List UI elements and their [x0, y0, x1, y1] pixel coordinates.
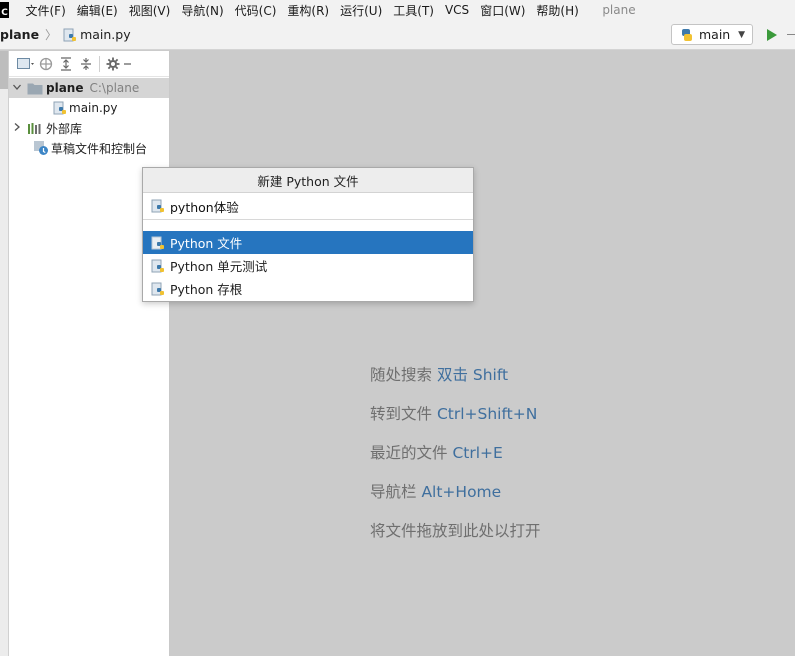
tree-item-external-libs[interactable]: 外部库	[9, 118, 82, 138]
project-panel-toolbar	[9, 51, 169, 77]
project-tool-tab[interactable]	[0, 51, 8, 89]
file-type-python-stub[interactable]: Python 存根	[143, 277, 473, 300]
hint-key: 双击 Shift	[436, 366, 509, 384]
menu-code[interactable]: 代码(C)	[229, 2, 282, 19]
file-type-python-unittest[interactable]: Python 单元测试	[143, 254, 473, 277]
file-type-label: Python 存根	[170, 282, 243, 297]
hint-drop-files: 将文件拖放到此处以打开	[370, 519, 541, 541]
menu-refactor[interactable]: 重构(R)	[282, 2, 335, 19]
menu-edit[interactable]: 编辑(E)	[71, 2, 123, 19]
hint-recent-files: 最近的文件 Ctrl+E	[370, 441, 503, 463]
new-python-file-dialog: 新建 Python 文件 Python 文件	[142, 167, 474, 302]
hint-navigation-bar: 导航栏 Alt+Home	[370, 480, 501, 502]
run-config-selector[interactable]: main ▼	[671, 24, 753, 45]
navigation-bar: plane 〉 main.py main ▼	[0, 20, 795, 50]
gear-icon[interactable]	[103, 55, 123, 73]
left-tool-strip	[0, 51, 9, 656]
tree-file-label: main.py	[69, 101, 118, 115]
file-type-python-file[interactable]: Python 文件	[143, 231, 473, 254]
folder-icon	[27, 82, 43, 95]
more-icon[interactable]	[787, 34, 795, 35]
menu-file[interactable]: 文件(F)	[20, 2, 71, 19]
hint-text: 最近的文件	[370, 444, 453, 462]
hide-icon[interactable]	[123, 55, 131, 73]
locate-icon[interactable]	[36, 55, 56, 73]
library-icon	[27, 122, 43, 135]
hint-text: 将文件拖放到此处以打开	[370, 522, 541, 540]
tree-scratches-label: 草稿文件和控制台	[51, 141, 148, 156]
view-mode-icon[interactable]	[16, 55, 36, 73]
scratch-icon	[33, 140, 49, 156]
tree-item-main-py[interactable]: main.py	[53, 98, 118, 118]
breadcrumb-root[interactable]: plane	[0, 27, 39, 42]
filename-input-row	[143, 193, 473, 220]
menu-window[interactable]: 窗口(W)	[475, 2, 531, 19]
python-file-icon	[151, 236, 165, 250]
tree-item-scratches[interactable]: 草稿文件和控制台	[33, 138, 147, 158]
menu-navigate[interactable]: 导航(N)	[176, 2, 229, 19]
toolbar-divider	[99, 55, 100, 72]
run-config-label: main	[699, 27, 731, 42]
hint-search-everywhere: 随处搜索 双击 Shift	[370, 363, 508, 385]
breadcrumb-separator-icon: 〉	[45, 28, 58, 42]
python-file-icon	[151, 259, 165, 273]
hint-key: Ctrl+Shift+N	[436, 405, 538, 423]
chevron-down-icon: ▼	[738, 29, 745, 40]
python-file-icon	[151, 282, 165, 296]
dialog-title: 新建 Python 文件	[143, 168, 473, 193]
file-type-list: Python 文件 Python 单元测试 Python 存根	[143, 231, 473, 300]
hint-goto-file: 转到文件 Ctrl+Shift+N	[370, 402, 537, 424]
file-type-label: Python 文件	[170, 236, 243, 251]
chevron-right-icon[interactable]	[9, 122, 25, 135]
menu-help[interactable]: 帮助(H)	[531, 2, 584, 19]
project-panel: plane C:\plane main.py 外部库 草稿文件和控制台	[9, 51, 170, 656]
file-type-label: Python 单元测试	[170, 259, 268, 274]
tree-external-libs-label: 外部库	[46, 121, 83, 136]
python-file-icon	[53, 101, 67, 115]
run-icon[interactable]	[767, 29, 777, 41]
filename-input[interactable]	[170, 198, 430, 214]
tree-root-label: plane	[46, 81, 84, 95]
app-logo-icon: C	[0, 2, 9, 18]
collapse-all-icon[interactable]	[76, 55, 96, 73]
menu-bar: C 文件(F) 编辑(E) 视图(V) 导航(N) 代码(C) 重构(R) 运行…	[0, 0, 795, 20]
menu-vcs[interactable]: VCS	[439, 3, 474, 17]
project-title: plane	[602, 3, 636, 17]
chevron-down-icon[interactable]	[9, 82, 25, 95]
breadcrumb-file[interactable]: main.py	[63, 27, 131, 42]
tree-item-root[interactable]: plane C:\plane	[9, 78, 169, 98]
hint-key: Ctrl+E	[452, 444, 503, 462]
menu-run[interactable]: 运行(U)	[335, 2, 388, 19]
hint-text: 导航栏	[370, 483, 422, 501]
expand-all-icon[interactable]	[56, 55, 76, 73]
menu-view[interactable]: 视图(V)	[123, 2, 176, 19]
hint-text: 随处搜索	[370, 366, 437, 384]
menu-tools[interactable]: 工具(T)	[388, 2, 440, 19]
python-icon	[680, 28, 694, 42]
tree-root-path: C:\plane	[89, 81, 140, 95]
breadcrumb-file-label: main.py	[80, 27, 131, 42]
python-file-icon	[151, 199, 165, 213]
python-file-icon	[63, 28, 77, 42]
hint-key: Alt+Home	[421, 483, 502, 501]
hint-text: 转到文件	[370, 405, 437, 423]
